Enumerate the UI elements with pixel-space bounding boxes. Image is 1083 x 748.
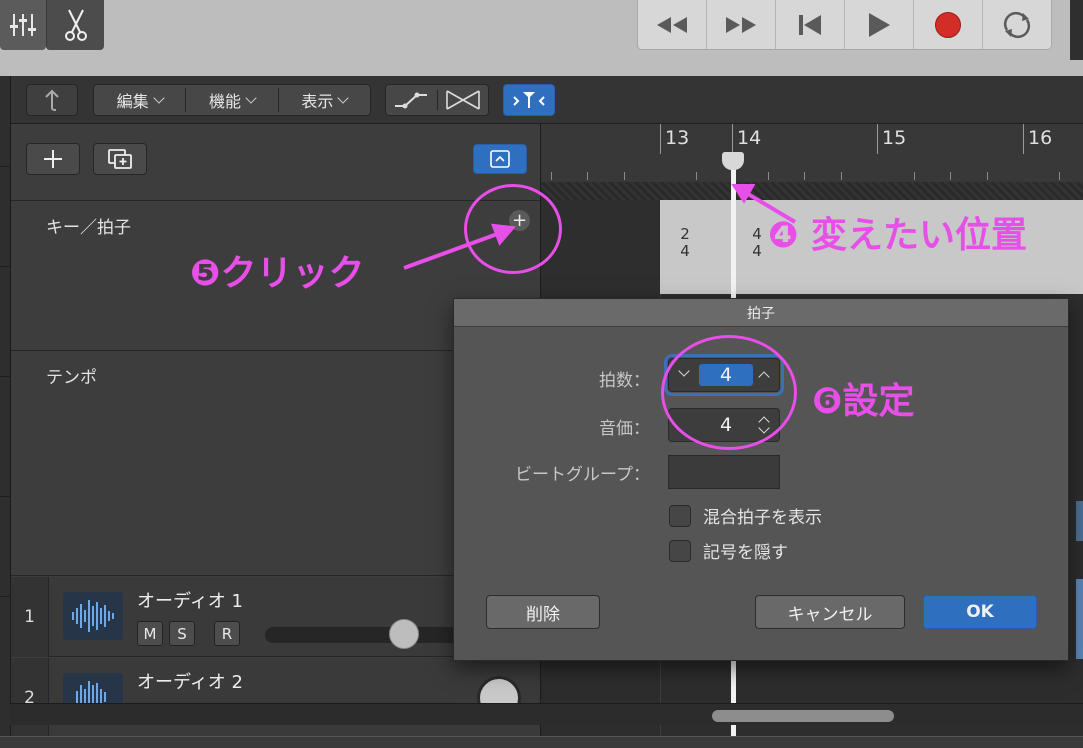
bar-number: 15 [882, 127, 907, 149]
add-track-button[interactable] [26, 143, 80, 175]
functions-menu-label: 機能 [208, 92, 241, 111]
annotation-circle [464, 184, 562, 274]
automation-group [385, 84, 489, 116]
solo-button[interactable]: S [169, 621, 195, 646]
cancel-button[interactable]: キャンセル [755, 595, 905, 629]
play-icon [869, 12, 890, 37]
volume-slider[interactable] [265, 627, 465, 643]
window-edge [1070, 0, 1083, 60]
edit-menu-label: 編集 [116, 92, 149, 111]
fast-forward-icon [726, 16, 756, 33]
hide-symbol-checkbox[interactable] [669, 539, 691, 562]
window-footer [0, 736, 1083, 748]
sliders-icon [10, 14, 36, 36]
time-signature-marker[interactable]: 4 4 [750, 226, 764, 260]
bar-ruler[interactable]: 13 14 15 16 [541, 124, 1083, 184]
scissors-icon [64, 9, 87, 41]
beat-group-field[interactable] [668, 455, 780, 489]
go-to-start-icon [799, 14, 821, 35]
time-signature-marker[interactable]: 2 4 [678, 226, 692, 260]
volume-slider-handle[interactable] [389, 619, 419, 649]
cycle-icon [1003, 11, 1031, 38]
mixer-button[interactable] [0, 0, 46, 50]
tempo-track-label: テンポ [46, 368, 97, 388]
view-menu[interactable]: 表示 [279, 88, 370, 112]
go-to-start-button[interactable] [776, 0, 845, 49]
track-header-toolbar [11, 124, 540, 201]
rewind-icon [657, 16, 687, 33]
crossfade-icon [445, 90, 480, 110]
annotation-step-5: ❺クリック [190, 253, 365, 294]
annotation-step-4: ❹ 変えたい位置 [768, 215, 1028, 256]
collapse-icon [490, 150, 510, 168]
signature-denominator: 4 [752, 242, 762, 260]
bar-number: 13 [665, 127, 690, 149]
chevron-down-icon [337, 92, 349, 104]
chevron-down-icon [245, 92, 257, 104]
hide-symbol-label: 記号を隠す [703, 543, 788, 563]
plus-icon [44, 150, 62, 168]
ok-button[interactable]: OK [923, 595, 1037, 629]
track-name[interactable]: オーディオ 2 [137, 668, 243, 694]
record-enable-button[interactable]: R [214, 621, 240, 646]
playhead-handle[interactable] [722, 152, 744, 170]
duplicate-track-icon [108, 149, 132, 169]
ruler-lane-strip [541, 182, 1083, 200]
mixed-meter-checkbox[interactable] [669, 504, 691, 527]
audio-region[interactable] [1076, 501, 1083, 541]
horizontal-scrollbar[interactable] [712, 710, 894, 722]
mixed-meter-label: 混合拍子を表示 [703, 508, 822, 528]
bar-number: 16 [1028, 127, 1053, 149]
rewind-button[interactable] [638, 0, 707, 49]
annotation-step-6: ❻設定 [812, 381, 915, 422]
control-bar [0, 0, 1083, 78]
signature-track-label: キー／拍子 [46, 218, 131, 238]
signature-numerator: 4 [752, 225, 762, 243]
edit-menu[interactable]: 編集 [94, 88, 187, 112]
annotation-circle [661, 335, 797, 450]
signature-numerator: 2 [680, 225, 690, 243]
record-button[interactable] [914, 0, 983, 49]
flex-button[interactable] [503, 84, 555, 116]
track-number: 2 [11, 658, 49, 738]
menu-group: 編集 機能 表示 [93, 84, 371, 116]
hide-symbol-option[interactable]: 記号を隠す [669, 538, 788, 563]
chevron-down-icon [153, 92, 165, 104]
catch-up-arrow-icon [45, 89, 59, 111]
dialog-title: 拍子 [454, 299, 1068, 327]
automation-button[interactable] [386, 90, 438, 110]
bar-number: 14 [737, 127, 762, 149]
signature-denominator: 4 [680, 242, 690, 260]
audio-region[interactable] [1076, 579, 1083, 659]
delete-button[interactable]: 削除 [486, 595, 600, 629]
record-icon [935, 11, 961, 38]
global-tracks-collapse-button[interactable] [473, 144, 527, 174]
scroll-bar-area [10, 703, 1083, 725]
crossfade-button[interactable] [438, 89, 489, 111]
fast-forward-button[interactable] [707, 0, 776, 49]
duplicate-track-button[interactable] [93, 143, 147, 175]
functions-menu[interactable]: 機能 [186, 88, 279, 112]
mute-button[interactable]: M [137, 621, 163, 646]
beats-label: 拍数： [599, 371, 650, 391]
note-value-label: 音価： [599, 419, 650, 439]
flex-icon [513, 92, 545, 108]
audio-waveform-icon [63, 592, 123, 640]
cycle-button[interactable] [983, 0, 1051, 49]
left-edge-strip [0, 76, 10, 748]
scissors-button[interactable] [46, 0, 104, 50]
beat-group-label: ビートグループ： [515, 465, 650, 485]
catch-up-button[interactable] [26, 84, 78, 116]
automation-curve-icon [395, 92, 428, 109]
transport-controls [637, 0, 1052, 50]
mixed-meter-option[interactable]: 混合拍子を表示 [669, 503, 822, 528]
track-name[interactable]: オーディオ 1 [137, 587, 243, 613]
view-menu-label: 表示 [301, 92, 334, 111]
play-button[interactable] [845, 0, 914, 49]
track-number: 1 [11, 577, 49, 657]
track-row[interactable]: 2 オーディオ 2 [11, 658, 540, 738]
tracks-toolbar: 編集 機能 表示 [11, 76, 1083, 124]
